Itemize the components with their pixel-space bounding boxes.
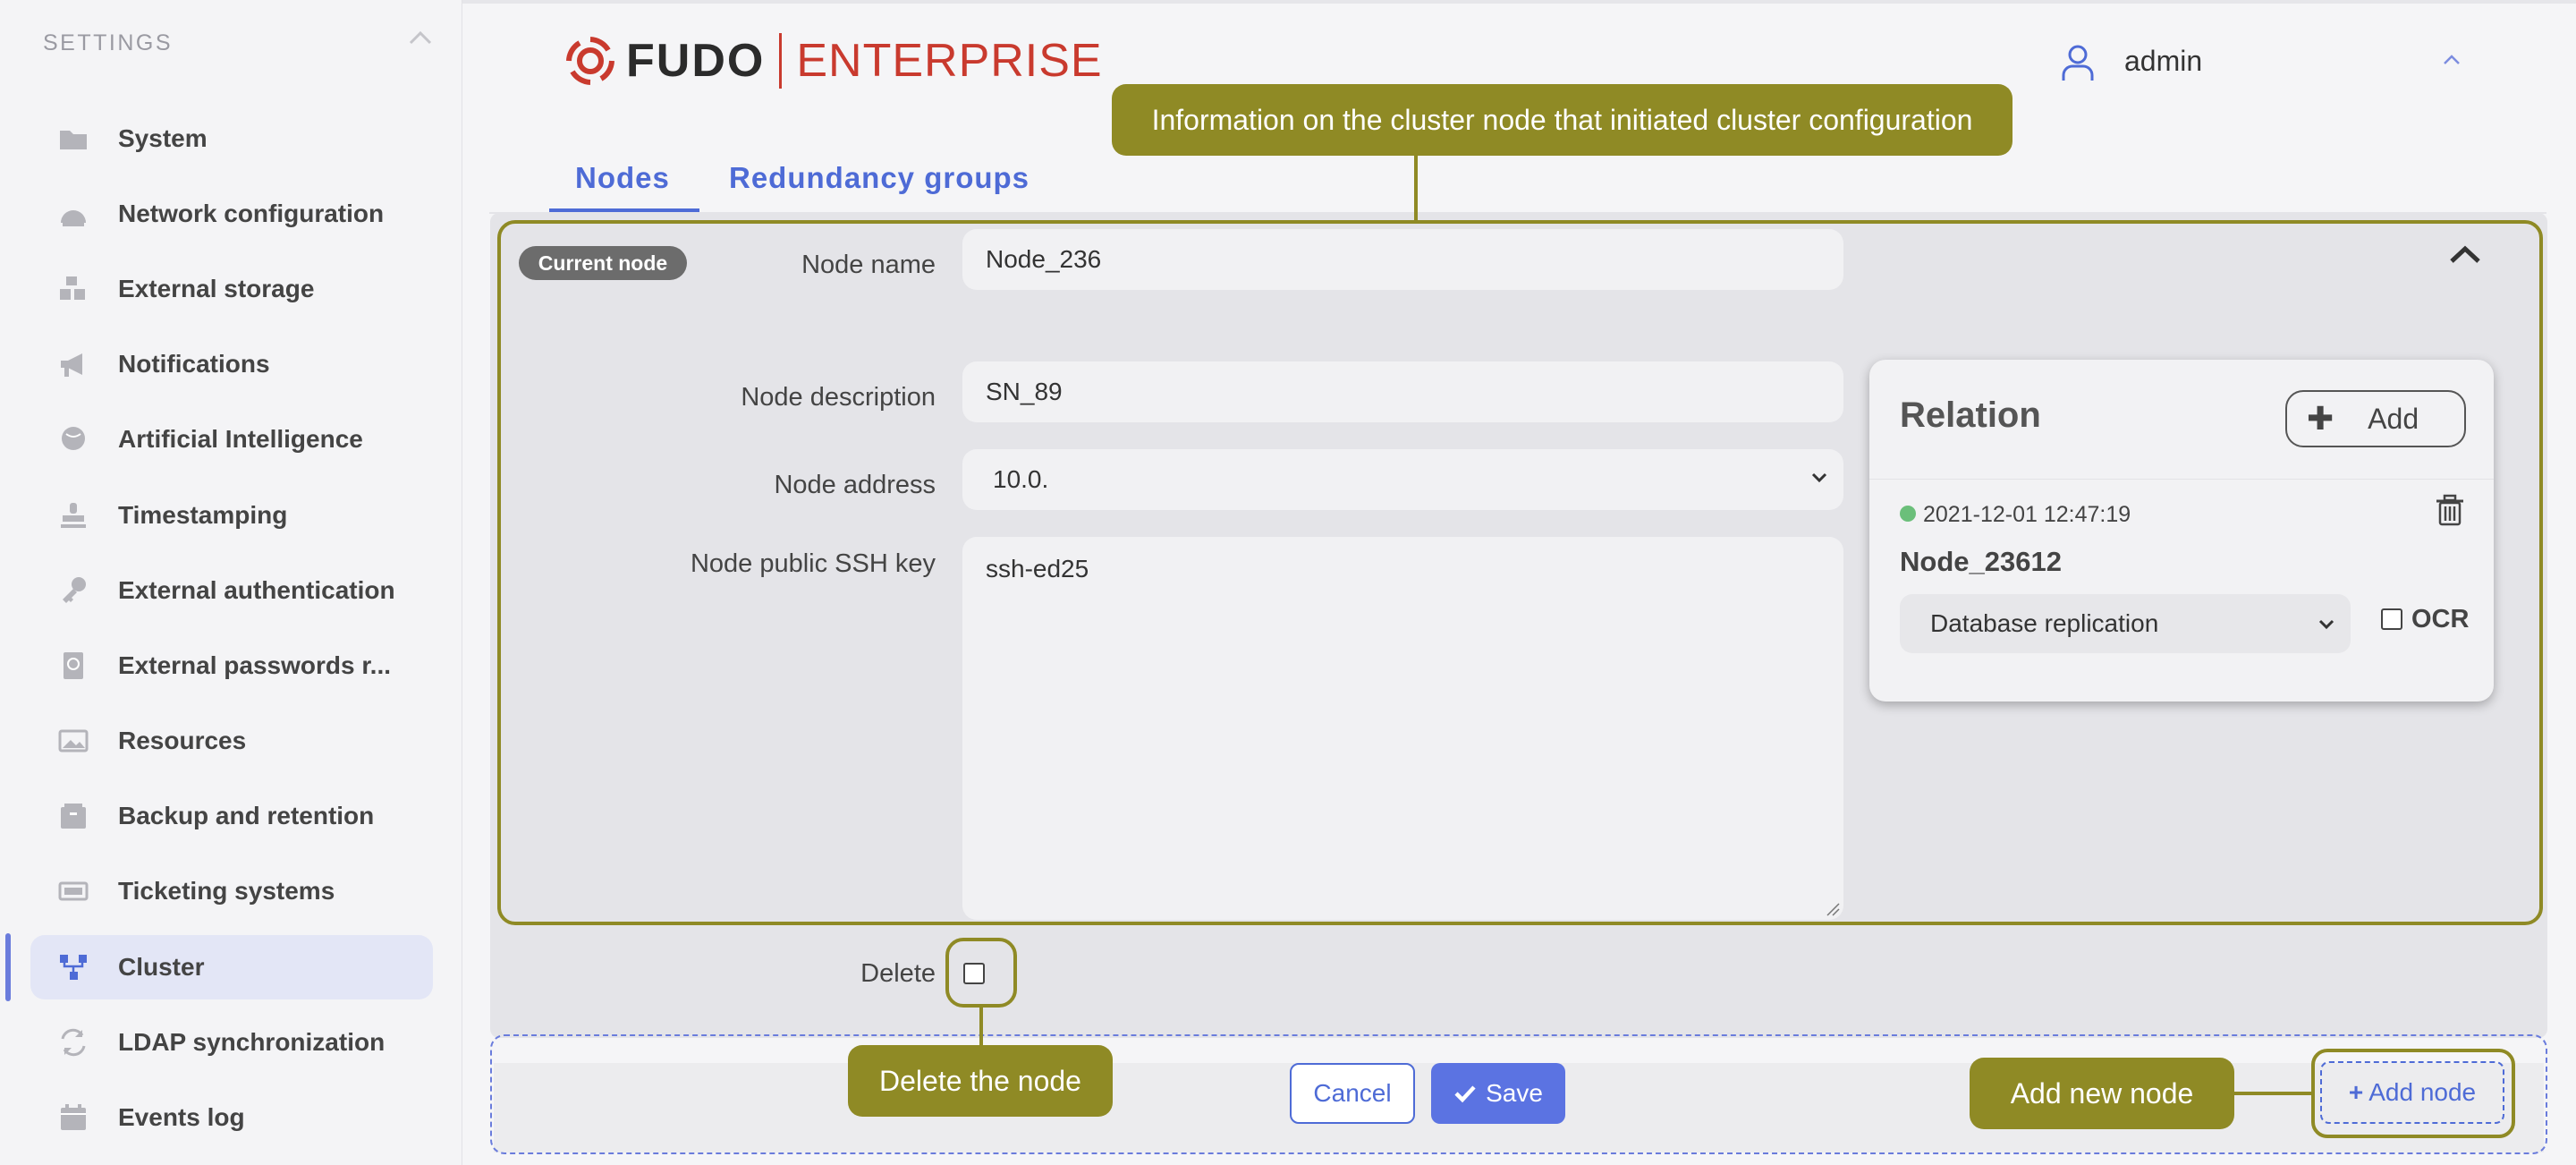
ocr-label: OCR [2411,605,2470,634]
sidebar-item-resources[interactable]: Resources [30,709,433,773]
calendar-icon [57,1101,89,1134]
sidebar-item-ldap-synchronization[interactable]: LDAP synchronization [30,1010,433,1075]
callout-connector-add [2234,1092,2311,1095]
callout-delete-node: Delete the node [848,1045,1113,1117]
folder-icon [57,123,89,155]
save-button[interactable]: Save [1431,1063,1565,1124]
node-ssh-key-textarea[interactable]: ssh-ed25 [962,537,1843,920]
chevron-down-icon [1811,472,1827,483]
node-address-value: 10.0. [993,465,1049,493]
cluster-icon [57,951,89,983]
image-icon [57,725,89,757]
sidebar-item-external-storage[interactable]: External storage [30,257,433,321]
sidebar-item-artificial-intelligence[interactable]: Artificial Intelligence [30,407,433,472]
callout-node-info: Information on the cluster node that ini… [1112,84,2012,156]
sidebar-item-system[interactable]: System [30,106,433,171]
user-menu-name[interactable]: admin [2124,45,2202,78]
node-name-label: Node name [801,251,936,279]
sidebar-item-label: Events log [118,1103,245,1131]
callout-connector-info [1414,156,1418,220]
sidebar-item-label: Ticketing systems [118,877,335,905]
plus-icon: + [2348,1078,2364,1106]
sidebar-item-label: Backup and retention [118,802,375,829]
sidebar-item-label: External authentication [118,576,395,604]
resize-grip-icon[interactable] [1824,900,1840,916]
relation-add-label: Add [2368,402,2419,435]
sidebar-item-label: External storage [118,275,315,302]
callout-add-node: Add new node [1970,1058,2234,1129]
relation-type-value: Database replication [1930,609,2159,637]
add-node-button[interactable]: + Add node [2320,1061,2504,1124]
sidebar-item-label: Timestamping [118,501,288,529]
sidebar-item-backup-and-retention[interactable]: Backup and retention [30,784,433,848]
user-icon[interactable] [2060,43,2096,82]
collapse-node-chevron-icon[interactable] [2446,242,2484,267]
sidebar-item-events-log[interactable]: Events log [30,1085,433,1150]
relation-type-select[interactable]: Database replication [1900,594,2351,653]
relation-title: Relation [1900,395,2041,435]
cancel-button[interactable]: Cancel [1290,1063,1415,1124]
tab-redundancy-groups[interactable]: Redundancy groups [729,161,1030,195]
chevron-down-icon [2318,619,2334,630]
active-tab-underline [549,208,699,212]
ticket-icon [57,875,89,907]
sidebar-item-external-authentication[interactable]: External authentication [30,558,433,623]
tab-nodes[interactable]: Nodes [575,161,670,195]
sidebar-item-label: LDAP synchronization [118,1028,386,1056]
sidebar-title: SETTINGS [43,30,174,55]
sidebar-item-timestamping[interactable]: Timestamping [30,483,433,548]
node-ssh-key-value: ssh-ed25 [986,555,1089,582]
passport-icon [57,650,89,682]
sidebar-collapse-chevron-icon[interactable] [407,27,434,48]
active-indicator [5,933,11,1001]
node-description-input[interactable]: SN_89 [962,361,1843,422]
archive-icon [57,800,89,832]
sidebar-item-label: System [118,124,208,152]
status-dot-icon [1900,506,1916,522]
fudo-logo-mark-icon [566,37,614,85]
sidebar-item-external-passwords-r[interactable]: External passwords r... [30,634,433,698]
node-ssh-key-label: Node public SSH key [690,549,936,578]
sidebar-item-label: Notifications [118,350,270,378]
callout-connector-delete [979,1008,983,1045]
network-icon [57,198,89,230]
sidebar-item-label: Resources [118,727,247,754]
storage-icon [57,273,89,305]
logo-fudo-text: FUDO [626,35,766,87]
add-node-label: Add node [2368,1078,2477,1106]
check-icon [1454,1085,1476,1103]
user-menu-chevron-icon[interactable] [2440,52,2463,68]
node-address-select[interactable]: 10.0. [962,449,1843,510]
sidebar-item-cluster[interactable]: Cluster [30,935,433,999]
sidebar-item-label: Cluster [118,953,205,981]
delete-label: Delete [860,959,936,988]
logo-enterprise-text: ENTERPRISE [796,35,1103,87]
sidebar-item-label: External passwords r... [118,651,392,679]
stamp-icon [57,499,89,531]
relation-add-button[interactable]: ✚ Add [2285,390,2466,447]
sidebar-item-ticketing-systems[interactable]: Ticketing systems [30,859,433,923]
relation-timestamp: 2021-12-01 12:47:19 [1923,502,2131,527]
node-name-input[interactable]: Node_236 [962,229,1843,290]
save-label: Save [1486,1079,1543,1107]
sidebar-item-label: Artificial Intelligence [118,425,363,453]
brain-icon [57,423,89,455]
relation-node-name: Node_23612 [1900,546,2062,577]
node-address-label: Node address [774,471,936,499]
sync-icon [57,1026,89,1059]
sidebar-item-network-configuration[interactable]: Network configuration [30,182,433,246]
node-description-label: Node description [741,383,936,412]
ocr-checkbox[interactable] [2381,608,2402,630]
sidebar-item-label: Network configuration [118,200,385,227]
plus-icon: ✚ [2307,400,2334,437]
relation-divider [1869,479,2494,480]
delete-checkbox[interactable] [963,963,985,984]
fudo-logo: FUDO ENTERPRISE [564,32,1103,89]
logo-separator [779,33,783,89]
top-divider [462,0,2576,4]
key-icon [57,574,89,607]
trash-icon[interactable] [2435,494,2465,526]
sidebar-item-notifications[interactable]: Notifications [30,332,433,396]
megaphone-icon [57,348,89,380]
